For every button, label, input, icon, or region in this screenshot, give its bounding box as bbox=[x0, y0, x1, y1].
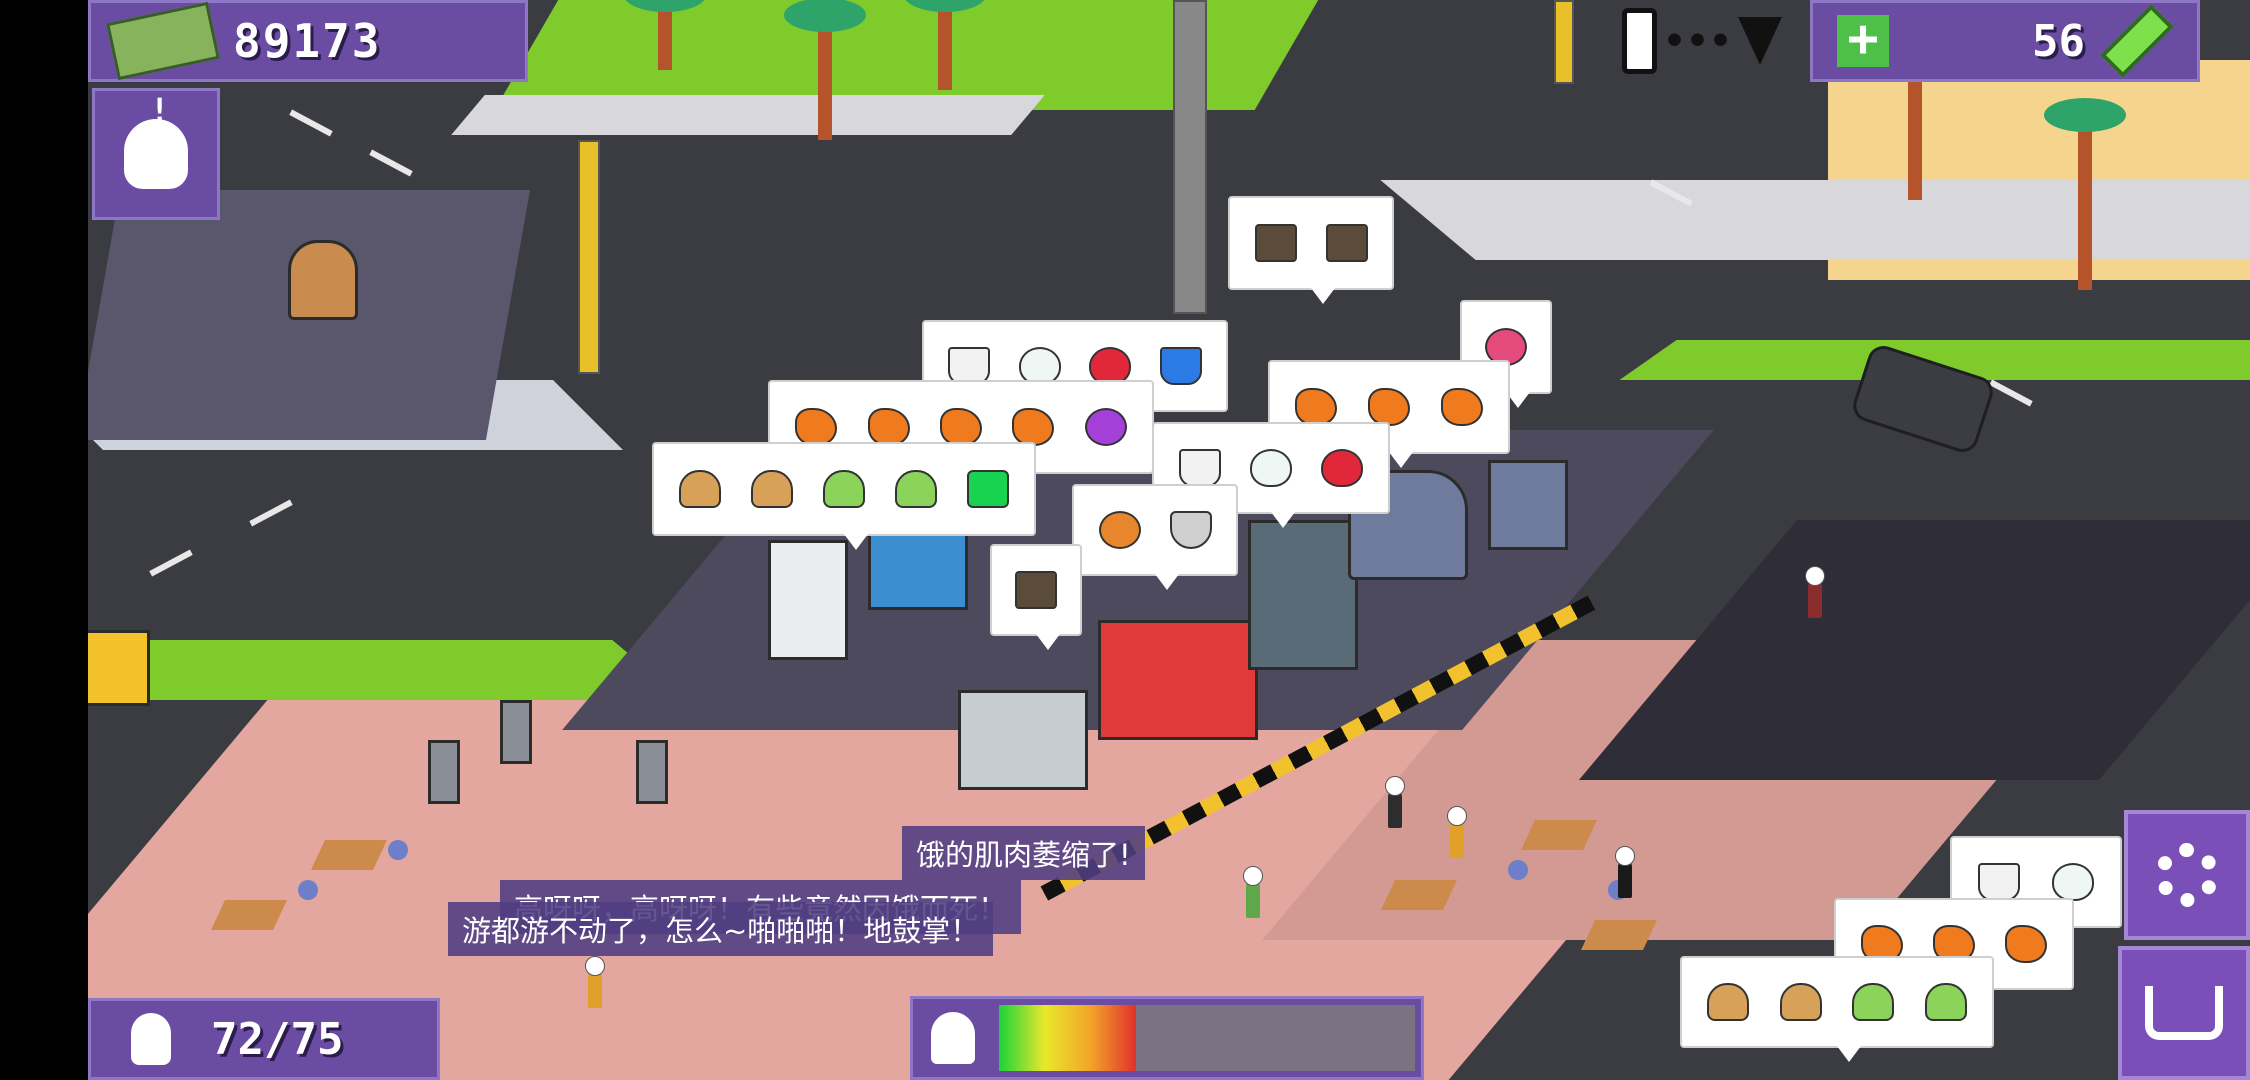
sidewalk bbox=[1380, 180, 2250, 260]
food-item-icon bbox=[1295, 388, 1338, 426]
connection-status: ••• bbox=[1622, 6, 1782, 76]
food-item-icon bbox=[867, 408, 910, 446]
phone-icon bbox=[1622, 8, 1657, 74]
mood-bar-fill bbox=[999, 1005, 1137, 1071]
chair bbox=[298, 880, 318, 900]
food-item-icon bbox=[795, 408, 838, 446]
food-item-icon bbox=[1440, 388, 1483, 426]
vending-machine[interactable] bbox=[428, 740, 460, 804]
signal-icon bbox=[1738, 17, 1782, 65]
food-item-icon bbox=[939, 408, 982, 446]
food-item-icon bbox=[1084, 408, 1127, 446]
vending-machine[interactable] bbox=[500, 700, 532, 764]
plus-icon[interactable]: + bbox=[1837, 13, 1889, 67]
ghost-mood-icon bbox=[913, 999, 993, 1077]
traffic-light bbox=[1554, 0, 1574, 84]
table[interactable] bbox=[1581, 920, 1657, 950]
traffic-light bbox=[578, 140, 600, 374]
money-panel[interactable]: 89173 bbox=[88, 0, 528, 82]
food-item-icon bbox=[2052, 863, 2094, 901]
visitor-count: 72/75 bbox=[211, 1013, 344, 1065]
mood-bar bbox=[999, 1005, 1415, 1071]
chair bbox=[1508, 860, 1528, 880]
cooker-machine[interactable] bbox=[958, 690, 1088, 790]
visitor-speech: 饿的肌肉萎缩了! bbox=[902, 826, 1145, 880]
palm-tree bbox=[784, 0, 866, 140]
lane-mark bbox=[249, 499, 293, 527]
alert-avatar-button[interactable]: ! bbox=[92, 88, 220, 220]
order-bubble[interactable] bbox=[1072, 484, 1238, 590]
food-item-icon bbox=[967, 470, 1009, 508]
food-item-icon bbox=[1367, 388, 1410, 426]
shop-button[interactable] bbox=[2118, 946, 2250, 1080]
food-item-icon bbox=[823, 470, 865, 508]
battery-icon bbox=[2100, 4, 2174, 78]
tall-pole bbox=[1173, 0, 1207, 314]
visitor[interactable] bbox=[1805, 566, 1825, 618]
energy-panel: + 56 bbox=[1810, 0, 2200, 82]
dots-icon: ••• bbox=[1662, 20, 1732, 62]
food-item-icon bbox=[1159, 347, 1202, 385]
palm-tree bbox=[624, 0, 706, 70]
visitor[interactable] bbox=[1615, 846, 1635, 898]
lane-mark bbox=[1989, 379, 2033, 407]
visitor-speech: 游都游不动了，怎么~啪啪啪！地鼓掌！ bbox=[448, 902, 994, 956]
food-item-icon bbox=[1852, 983, 1895, 1021]
food-item-icon bbox=[1169, 511, 1212, 549]
food-item-icon bbox=[1012, 408, 1055, 446]
lab-machine[interactable] bbox=[768, 540, 848, 660]
food-item-icon bbox=[1321, 449, 1364, 487]
visitor[interactable] bbox=[1447, 806, 1467, 858]
visitor[interactable] bbox=[1385, 776, 1405, 828]
food-item-icon bbox=[1707, 983, 1750, 1021]
visitor-head-icon bbox=[131, 1013, 171, 1065]
order-bubble[interactable] bbox=[990, 544, 1082, 650]
lane-mark bbox=[149, 549, 193, 577]
settings-button[interactable] bbox=[2124, 810, 2250, 940]
food-item-icon bbox=[679, 470, 721, 508]
food-item-icon bbox=[1978, 863, 2020, 901]
chair bbox=[388, 840, 408, 860]
sidewalk bbox=[451, 95, 1045, 135]
cash-stack-icon bbox=[106, 1, 220, 81]
food-item-icon bbox=[751, 470, 793, 508]
mood-meter[interactable] bbox=[910, 996, 1424, 1080]
taxi-car bbox=[88, 630, 150, 706]
visitor[interactable] bbox=[1243, 866, 1263, 918]
food-item-icon bbox=[1098, 511, 1141, 549]
exclamation-icon: ! bbox=[150, 91, 170, 129]
vending-machine[interactable] bbox=[636, 740, 668, 804]
generator-machine[interactable] bbox=[288, 240, 358, 320]
food-item-icon bbox=[2005, 925, 2047, 963]
energy-value: 56 bbox=[2032, 15, 2085, 67]
food-item-icon bbox=[895, 470, 937, 508]
palm-tree bbox=[2044, 98, 2126, 290]
order-bubble[interactable] bbox=[652, 442, 1036, 550]
alert-avatar-icon: ! bbox=[124, 91, 188, 189]
palm-tree bbox=[904, 0, 986, 90]
food-item-icon bbox=[1779, 983, 1822, 1021]
food-item-icon bbox=[1249, 449, 1292, 487]
grass-lawn bbox=[494, 0, 1342, 110]
visitor-count-panel[interactable]: 72/75 bbox=[88, 998, 440, 1080]
food-item-icon bbox=[1924, 983, 1967, 1021]
lane-mark bbox=[289, 109, 333, 137]
money-value: 89173 bbox=[233, 14, 382, 68]
food-item-icon bbox=[1325, 224, 1368, 262]
tank-machine[interactable] bbox=[1488, 460, 1568, 550]
food-item-icon bbox=[1178, 449, 1221, 487]
gear-icon bbox=[2155, 843, 2219, 907]
tank-machine[interactable] bbox=[1248, 520, 1358, 670]
shopping-cart-icon bbox=[2145, 986, 2223, 1040]
food-item-icon bbox=[1254, 224, 1297, 262]
grill-machine[interactable] bbox=[1098, 620, 1258, 740]
lane-mark bbox=[369, 149, 413, 177]
visitor[interactable] bbox=[585, 956, 605, 1008]
order-bubble[interactable] bbox=[1228, 196, 1394, 304]
order-bubble[interactable] bbox=[1680, 956, 1994, 1062]
food-item-icon bbox=[1015, 571, 1057, 609]
